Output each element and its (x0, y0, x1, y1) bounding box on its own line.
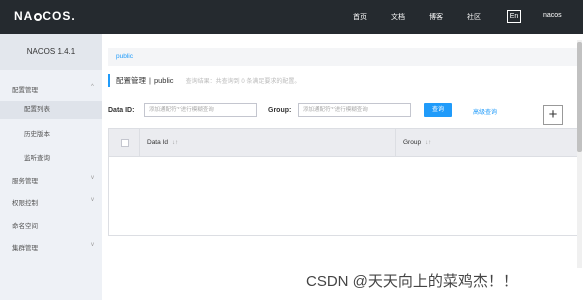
sidebar-item-namespace[interactable]: 命名空间 (12, 220, 38, 230)
sidebar-item-config-management[interactable]: 配置管理 (12, 84, 38, 94)
chevron-down-icon: v (91, 242, 94, 248)
chevron-down-icon: v (91, 197, 94, 203)
page-title: 配置管理 | public 查询结果：共查询到 0 条满足要求的配置。 (108, 74, 300, 87)
data-id-input[interactable]: 添加通配符'*'进行模糊查询 (144, 103, 257, 117)
select-all-checkbox[interactable] (121, 139, 129, 147)
sidebar: NACOS 1.4.1 配置管理 ^ 配置列表 历史版本 监听查询 服务管理 v… (0, 34, 102, 300)
sidebar-item-cluster-management[interactable]: 集群管理 (12, 242, 38, 252)
nav-docs-link[interactable]: 文档 (391, 12, 405, 22)
sidebar-item-history[interactable]: 历史版本 (24, 128, 50, 138)
sidebar-version-title: NACOS 1.4.1 (0, 34, 102, 70)
page-scrollbar[interactable] (577, 40, 582, 268)
column-header-data-id[interactable]: Data Id ↓↑ (147, 139, 178, 146)
sidebar-item-service-management[interactable]: 服务管理 (12, 175, 38, 185)
group-input[interactable]: 添加通配符'*'进行模糊查询 (298, 103, 411, 117)
scrollbar-thumb[interactable] (577, 42, 582, 152)
nav-community-link[interactable]: 社区 (467, 12, 481, 22)
column-divider (395, 129, 396, 157)
sort-icon[interactable]: ↓↑ (425, 140, 431, 146)
csdn-watermark: CSDN @天天向上的菜鸡杰！！ (306, 273, 518, 290)
namespace-tab-public[interactable]: public (116, 53, 133, 60)
nav-home-link[interactable]: 首页 (353, 12, 367, 22)
sidebar-item-config-list[interactable]: 配置列表 (0, 101, 102, 119)
nav-blog-link[interactable]: 博客 (429, 12, 443, 22)
chevron-up-icon: ^ (91, 84, 94, 90)
page-title-namespace: public (153, 76, 174, 85)
add-config-button[interactable]: + (543, 105, 563, 125)
chevron-down-icon: v (91, 175, 94, 181)
sidebar-item-listener-query[interactable]: 监听查询 (24, 152, 50, 162)
config-table: Data Id ↓↑ Group ↓↑ (108, 128, 578, 236)
user-name[interactable]: nacos (543, 12, 562, 19)
namespace-breadcrumb: public (108, 48, 578, 66)
top-navbar: NA COS. 首页 文档 博客 社区 En nacos (0, 0, 583, 34)
column-divider (139, 129, 140, 157)
data-id-label: Data ID: (108, 107, 135, 114)
sort-icon[interactable]: ↓↑ (172, 140, 178, 146)
query-button[interactable]: 查询 (424, 103, 452, 117)
column-header-group[interactable]: Group ↓↑ (403, 139, 431, 146)
group-label: Group: (268, 107, 292, 114)
query-result-hint: 查询结果：共查询到 0 条满足要求的配置。 (185, 79, 301, 85)
nacos-logo[interactable]: NA COS. (14, 9, 76, 23)
language-toggle-button[interactable]: En (507, 10, 521, 23)
main-content: public 配置管理 | public 查询结果：共查询到 0 条满足要求的配置。… (102, 34, 583, 300)
table-header: Data Id ↓↑ Group ↓↑ (109, 129, 577, 157)
sidebar-item-access-control[interactable]: 权限控制 (12, 197, 38, 207)
advanced-query-link[interactable]: 高级查询 (473, 107, 497, 116)
page-title-text: 配置管理 (116, 76, 146, 85)
